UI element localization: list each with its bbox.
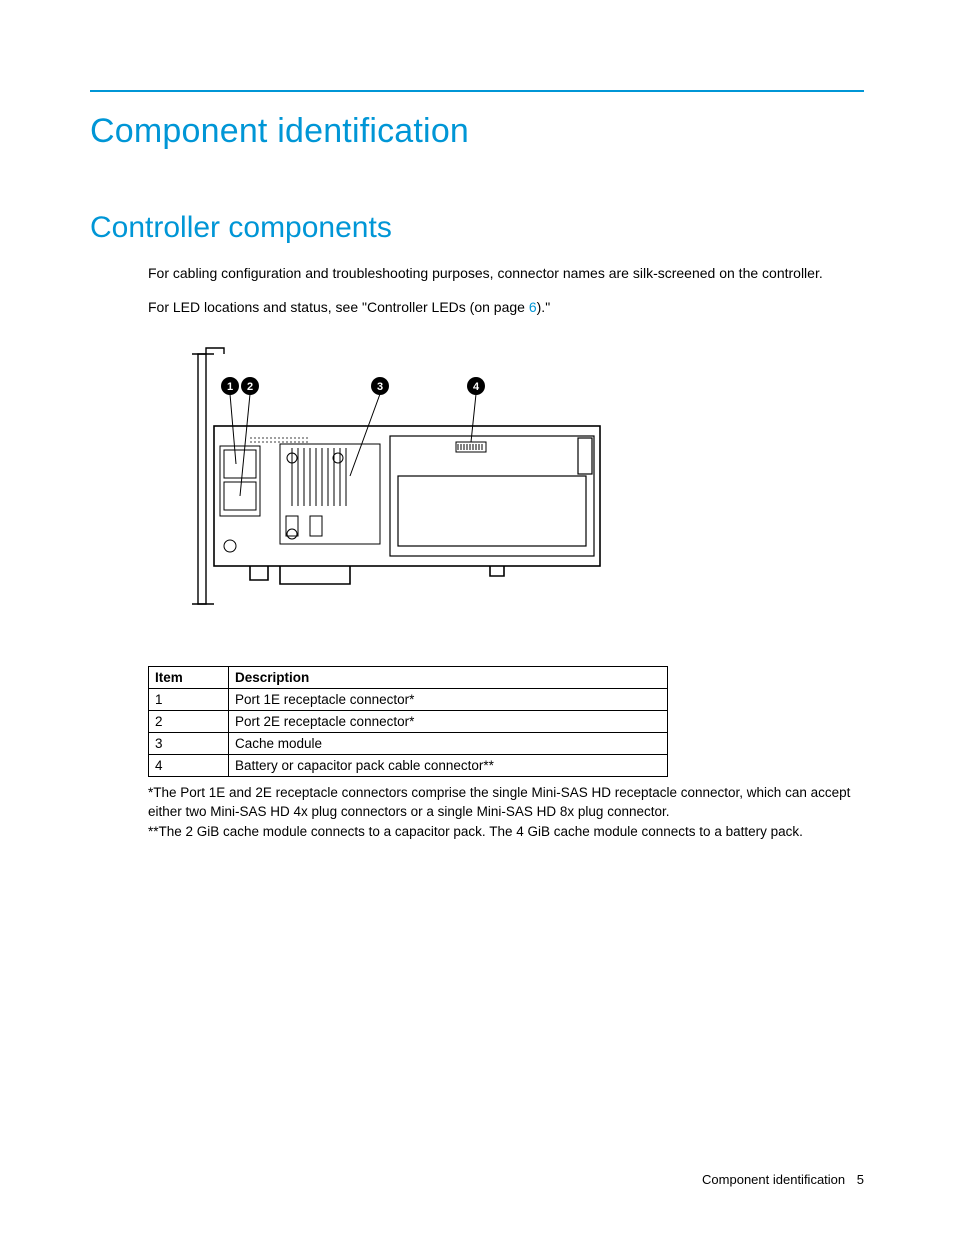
cell-item: 4 bbox=[149, 754, 229, 776]
controller-diagram: 1 2 3 4 bbox=[180, 346, 864, 616]
footnote-1: *The Port 1E and 2E receptacle connector… bbox=[148, 783, 858, 822]
table-header-row: Item Description bbox=[149, 666, 668, 688]
intro-paragraph-2: For LED locations and status, see "Contr… bbox=[148, 297, 864, 317]
table-row: 3 Cache module bbox=[149, 732, 668, 754]
footer-page-number: 5 bbox=[857, 1172, 864, 1187]
cell-desc: Cache module bbox=[229, 732, 668, 754]
para2-post: )." bbox=[537, 299, 551, 315]
callout-2: 2 bbox=[247, 381, 253, 393]
intro-paragraph-1: For cabling configuration and troublesho… bbox=[148, 263, 864, 283]
callout-4: 4 bbox=[473, 381, 480, 393]
cell-desc: Port 1E receptacle connector* bbox=[229, 688, 668, 710]
table-row: 1 Port 1E receptacle connector* bbox=[149, 688, 668, 710]
para2-pre: For LED locations and status, see "Contr… bbox=[148, 299, 529, 315]
controller-svg: 1 2 3 4 bbox=[180, 346, 610, 616]
table-row: 4 Battery or capacitor pack cable connec… bbox=[149, 754, 668, 776]
component-table: Item Description 1 Port 1E receptacle co… bbox=[148, 666, 668, 777]
table-row: 2 Port 2E receptacle connector* bbox=[149, 710, 668, 732]
cell-item: 1 bbox=[149, 688, 229, 710]
top-rule bbox=[90, 90, 864, 92]
th-item: Item bbox=[149, 666, 229, 688]
callout-1: 1 bbox=[227, 381, 233, 393]
th-desc: Description bbox=[229, 666, 668, 688]
callout-3: 3 bbox=[377, 381, 383, 393]
cell-item: 2 bbox=[149, 710, 229, 732]
cell-desc: Port 2E receptacle connector* bbox=[229, 710, 668, 732]
page-title: Component identification bbox=[90, 112, 864, 151]
page-footer: Component identification 5 bbox=[702, 1172, 864, 1187]
footnote-2: **The 2 GiB cache module connects to a c… bbox=[148, 822, 858, 842]
page-link-6[interactable]: 6 bbox=[529, 299, 537, 315]
section-heading: Controller components bbox=[90, 211, 864, 245]
cell-item: 3 bbox=[149, 732, 229, 754]
cell-desc: Battery or capacitor pack cable connecto… bbox=[229, 754, 668, 776]
footer-label: Component identification bbox=[702, 1172, 845, 1187]
